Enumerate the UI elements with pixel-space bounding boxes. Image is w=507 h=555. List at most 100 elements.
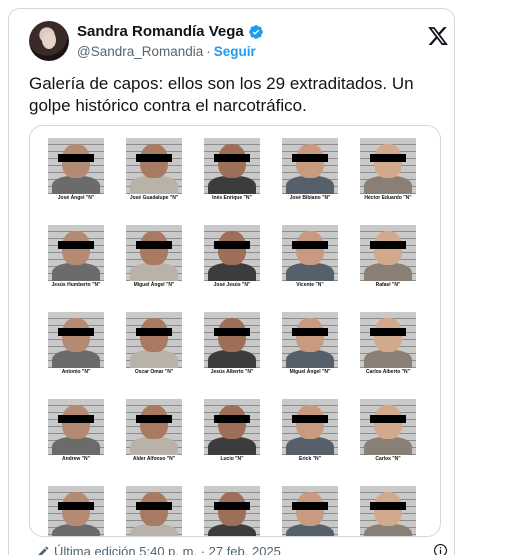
mugshot-caption: Antonio "N" (61, 369, 91, 375)
censor-bar (136, 328, 172, 336)
mugshot-photo (282, 312, 338, 368)
mugshot: Jesús Humberto "N" (48, 225, 104, 289)
mugshot: José Rodolfo "N" (282, 486, 338, 536)
mugshot-row: Jesús Humberto "N" Miguel Ángel "N" José J… (48, 225, 424, 289)
mugshot-photo (282, 486, 338, 536)
censor-bar (370, 502, 406, 510)
mugshot-photo (282, 225, 338, 281)
mugshot-caption: José Jesús "N" (213, 282, 251, 288)
censor-bar (214, 502, 250, 510)
mugshot: José Jesús "N" (204, 225, 260, 289)
censor-bar (292, 415, 328, 423)
verified-badge-icon (248, 24, 263, 39)
mugshot-photo (282, 399, 338, 455)
mugshot: Oscar Omar "N" (126, 312, 182, 376)
mugshot-photo (360, 486, 416, 536)
censor-bar (136, 415, 172, 423)
mugshot-caption: Andrew "N" (61, 456, 91, 462)
mugshot: Luis Gerardo "N" (360, 486, 416, 536)
mugshot-row: José Ángel "N" José Guadalupe "N" Inés Enr… (48, 138, 424, 202)
mugshot-row: Andrew "N" Alder Alfonso "N" Lucio "N" Eric… (48, 399, 424, 463)
mugshot-caption: Vicente "N" (296, 282, 324, 288)
censor-bar (370, 241, 406, 249)
mugshot-caption: Lucio "N" (220, 456, 244, 462)
mugshot-photo (48, 486, 104, 536)
mugshot: Andrew "N" (48, 399, 104, 463)
author-name[interactable]: Sandra Romandía Vega (77, 23, 244, 40)
author-handle[interactable]: @Sandra_Romandia (77, 44, 203, 59)
mugshot-caption: Oscar Omar "N" (134, 369, 174, 375)
mugshot: Miguel Ángel "N" (126, 225, 182, 289)
mugshot-photo (282, 138, 338, 194)
mugshot: Alder Alfonso "N" (126, 399, 182, 463)
mugshot-photo (48, 225, 104, 281)
mugshot: Erick "N" (282, 399, 338, 463)
mugshot: José Alberto "N" (204, 486, 260, 536)
mugshot: Rafael "N" (360, 225, 416, 289)
censor-bar (58, 328, 94, 336)
censor-bar (58, 415, 94, 423)
mugshot: Inés Enrique "N" (204, 138, 260, 202)
mugshot-caption: Héctor Eduardo "N" (364, 195, 412, 201)
mugshot-photo (360, 138, 416, 194)
edited-timestamp[interactable]: Última edición 5:40 p. m. · 27 feb. 2025 (54, 544, 281, 555)
x-logo-icon[interactable] (427, 25, 449, 47)
tweet-header: Sandra Romandía Vega @Sandra_Romandia · Se… (29, 21, 449, 65)
tweet-image[interactable]: José Ángel "N" José Guadalupe "N" Inés Enr… (29, 125, 441, 537)
censor-bar (214, 241, 250, 249)
mugshot-grid: José Ángel "N" José Guadalupe "N" Inés Enr… (48, 138, 424, 536)
censor-bar (58, 241, 94, 249)
mugshot: Alfredo "N" (48, 486, 104, 536)
info-icon[interactable] (433, 543, 448, 555)
censor-bar (214, 328, 250, 336)
censor-bar (214, 415, 250, 423)
mugshot-caption: Rafael "N" (375, 282, 401, 288)
mugshot-photo (126, 225, 182, 281)
censor-bar (370, 328, 406, 336)
mugshot-photo (48, 399, 104, 455)
avatar[interactable] (29, 21, 69, 61)
mugshot-caption: Inés Enrique "N" (212, 195, 252, 201)
mugshot-photo (204, 312, 260, 368)
mugshot-caption: Miguel Ángel "N" (289, 369, 331, 375)
mugshot-caption: Miguel Ángel "N" (133, 282, 175, 288)
mugshot-caption: Jesús Humberto "N" (51, 282, 101, 288)
mugshot: Héctor Eduardo "N" (360, 138, 416, 202)
mugshot-caption: José Guadalupe "N" (129, 195, 179, 201)
mugshot-caption: Jesús Alberto "N" (210, 369, 254, 375)
mugshot-photo (126, 399, 182, 455)
censor-bar (370, 415, 406, 423)
mugshot-caption: José Bibiano "N" (289, 195, 331, 201)
mugshot-photo (360, 312, 416, 368)
censor-bar (58, 154, 94, 162)
mugshot-caption: Erick "N" (299, 456, 321, 462)
mugshot-caption: José Ángel "N" (57, 195, 95, 201)
tweet-text: Galería de capos: ellos son los 29 extra… (29, 74, 414, 115)
mugshot: Itiel "N" (126, 486, 182, 536)
mugshot: José Bibiano "N" (282, 138, 338, 202)
mugshot: Carlos Alberto "N" (360, 312, 416, 376)
mugshot-row: Antonio "N" Oscar Omar "N" Jesús Alberto "… (48, 312, 424, 376)
mugshot-photo (204, 486, 260, 536)
mugshot-caption: Carlos "N" (375, 456, 401, 462)
mugshot: Carlos "N" (360, 399, 416, 463)
censor-bar (292, 154, 328, 162)
follow-button[interactable]: Seguir (214, 44, 256, 59)
mugshot-row: Alfredo "N" Itiel "N" José Alberto "N" José… (48, 486, 424, 536)
mugshot: Antonio "N" (48, 312, 104, 376)
mugshot-photo (204, 138, 260, 194)
mugshot-photo (126, 312, 182, 368)
tweet-card[interactable]: Sandra Romandía Vega @Sandra_Romandia · Se… (8, 8, 455, 555)
mugshot: Jesús Alberto "N" (204, 312, 260, 376)
censor-bar (136, 154, 172, 162)
censor-bar (292, 241, 328, 249)
mugshot-photo (48, 138, 104, 194)
censor-bar (136, 241, 172, 249)
mugshot-photo (204, 399, 260, 455)
pencil-icon (38, 546, 49, 555)
mugshot-photo (126, 138, 182, 194)
separator-dot: · (206, 44, 211, 59)
mugshot: José Guadalupe "N" (126, 138, 182, 202)
censor-bar (292, 502, 328, 510)
censor-bar (136, 502, 172, 510)
